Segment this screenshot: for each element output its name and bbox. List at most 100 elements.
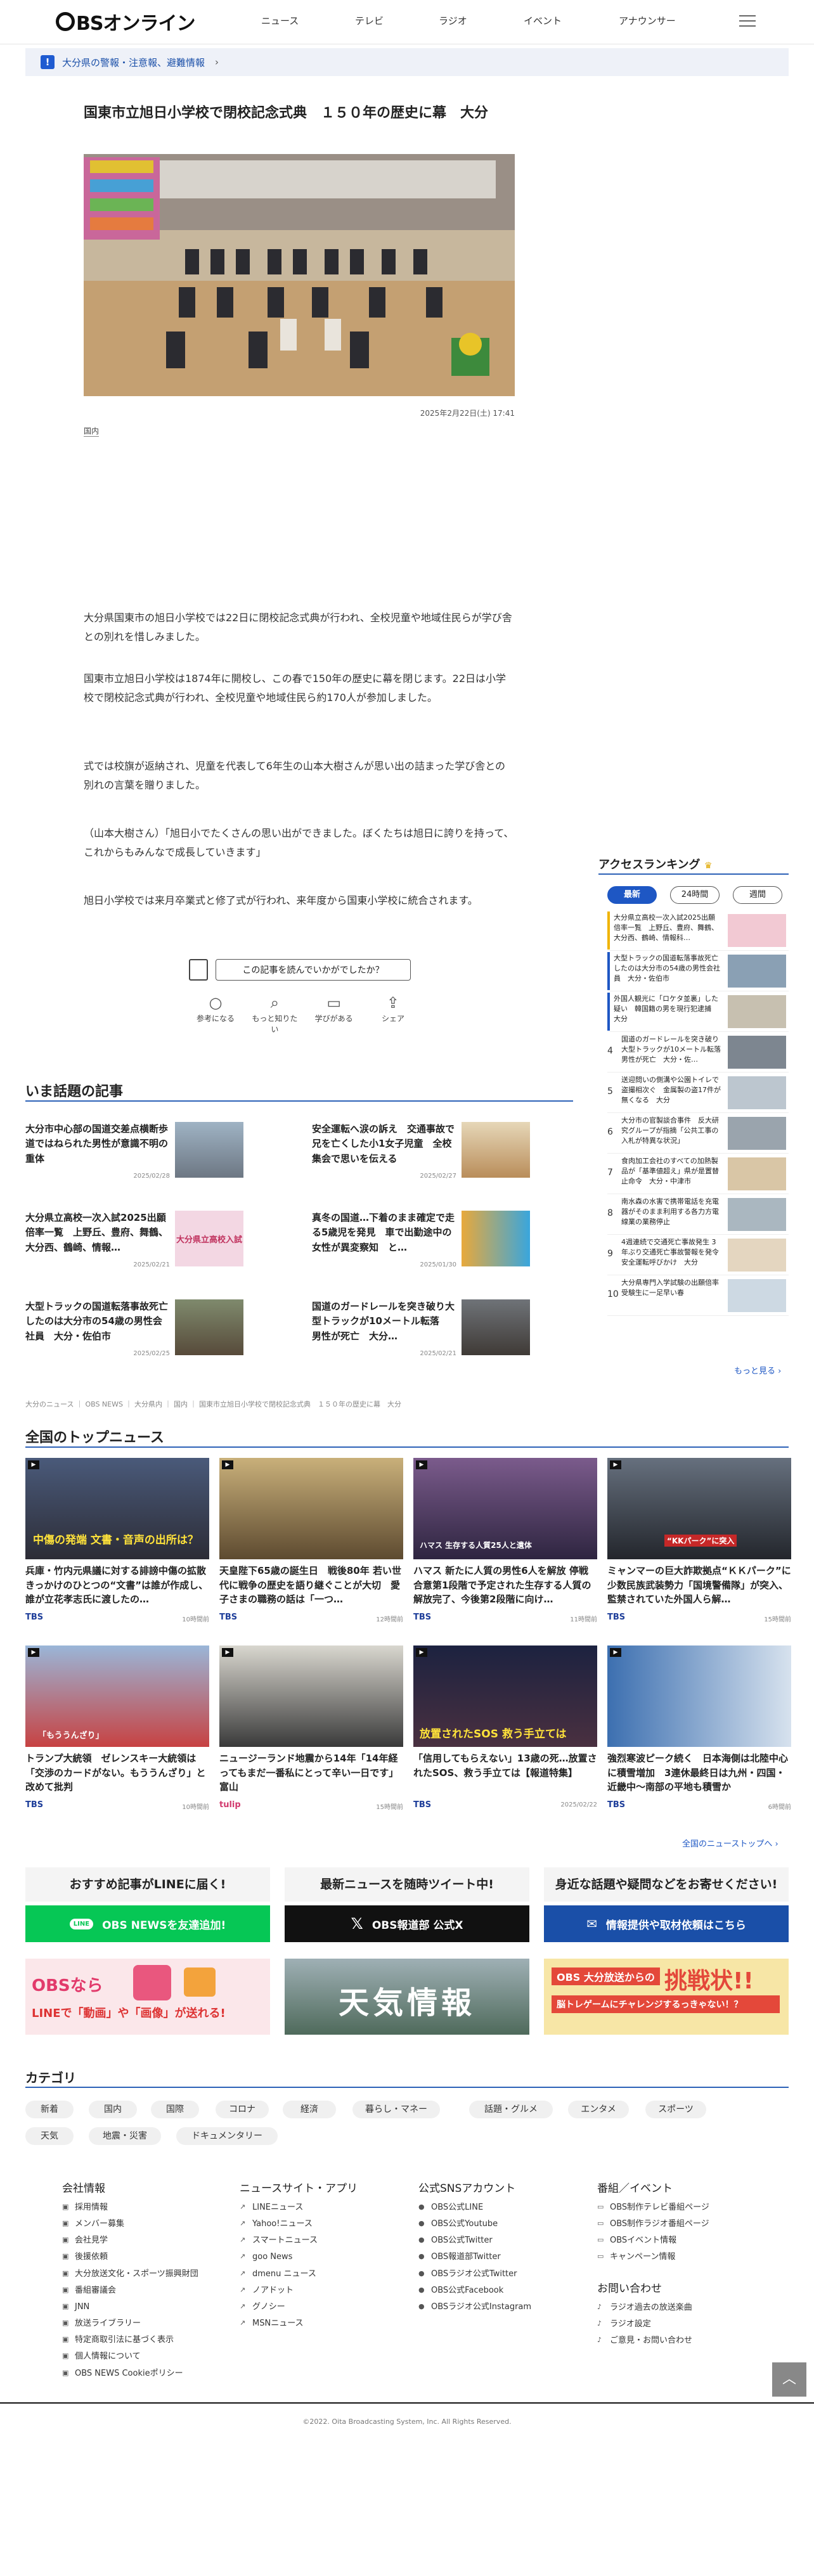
footer-link[interactable]: ↗ ノアドット [240, 2285, 398, 2296]
national-more-link[interactable]: 全国のニューストップへ › [682, 1837, 778, 1849]
footer-link[interactable]: ● OBSラジオ公式Instagram [418, 2302, 583, 2313]
ranking-item[interactable]: 5 送迎問いの側溝や公園トイレで盗撮相次ぐ 金属製の盗17件が無くなる 大分 [607, 1074, 789, 1113]
tag-sports[interactable]: スポーツ [645, 2101, 706, 2118]
topic-item[interactable]: 真冬の国道…下着のまま確定で走る5歳児を発見 車で出勤途中の女性が異変察知 と…… [312, 1211, 530, 1280]
breadcrumb[interactable]: 大分のニュース ｜ OBS NEWS ｜ 大分県内 ｜ 国内 ｜ 国東市立旭日小… [25, 1399, 401, 1409]
footer-link[interactable]: ♪ ご意見・お問い合わせ [597, 2335, 768, 2347]
x-follow-button[interactable]: 𝕏 OBS報道部 公式X [285, 1905, 529, 1942]
ranking-item[interactable]: 8 南水森の水害で携帯電話を充電器がそのまま利用する各力方電線業の業務停止 [607, 1195, 789, 1235]
topic-item[interactable]: 大型トラックの国道転落事故死亡したのは大分市の54歳の男性会社員 大分・佐伯市 … [25, 1299, 243, 1369]
topic-item[interactable]: 安全運転へ涙の訴え 交通事故で兄を亡くした小1女子児童 全校集会で思いを伝える … [312, 1122, 530, 1192]
news-card[interactable]: ▶ ニュージーランド地震から14年「14年経ってもまだ一番私にとって辛い一日です… [219, 1645, 403, 1811]
menu-icon[interactable] [739, 15, 756, 28]
ranking-item[interactable]: 6 大分市の官製談合事件 反大研究グループが指摘「公共工事の入札が特異な状況」 [607, 1114, 789, 1154]
tips-submit-button[interactable]: ✉ 情報提供や取材依頼はこちら [544, 1905, 789, 1942]
brain-game-banner[interactable]: OBS 大分放送からの 挑戦状!! 脳トレゲームにチャレンジするっきゃない！？ [544, 1959, 789, 2035]
tag-corona[interactable]: コロナ [216, 2101, 269, 2118]
footer-link[interactable]: ♪ ラジオ過去の放送楽曲 [597, 2302, 768, 2314]
news-card[interactable]: ▶ 天皇陛下65歳の誕生日 戦後80年 若い世代に戦争の歴史を語り継ぐことが大切… [219, 1458, 403, 1623]
weather-banner[interactable]: 天気情報 [285, 1959, 529, 2035]
link-icon: ▣ [62, 2252, 69, 2261]
footer-link[interactable]: ● OBS公式Twitter [418, 2235, 583, 2246]
tag-topics-gourmet[interactable]: 話題・グルメ [469, 2101, 553, 2118]
footer-link[interactable]: ↗ グノシー [240, 2302, 398, 2313]
footer-link[interactable]: ▣ 会社見学 [62, 2235, 227, 2246]
footer-link[interactable]: ▣ OBS NEWS Cookieポリシー [62, 2368, 227, 2380]
link-icon: ↗ [240, 2285, 246, 2294]
footer-link[interactable]: ● OBS公式LINE [418, 2202, 583, 2213]
back-to-top-button[interactable]: ︿ [772, 2362, 806, 2397]
nav-radio[interactable]: ラジオ [439, 14, 467, 27]
nav-event[interactable]: イベント [524, 14, 562, 27]
tag-international[interactable]: 国際 [151, 2101, 199, 2118]
tag-disaster[interactable]: 地震・災害 [89, 2127, 161, 2145]
ranking-item[interactable]: 9 4週連続で交通死亡事故発生 3年ぶり交通死亡事故警報を発令 安全運転呼びかけ … [607, 1236, 789, 1275]
tab-weekly[interactable]: 週間 [733, 886, 782, 904]
reaction-useful-button[interactable]: ○ 参考になる [190, 994, 241, 1032]
reaction-know-more-button[interactable]: ⌕ もっと知りたい [249, 994, 300, 1034]
article-paragraph: 国東市立旭日小学校は1874年に開校し、この春で150年の歴史に幕を閉じます。2… [84, 673, 507, 704]
footer-link[interactable]: ↗ MSNニュース [240, 2318, 398, 2329]
tag-entertainment[interactable]: エンタメ [568, 2101, 629, 2118]
tag-new[interactable]: 新着 [25, 2101, 74, 2118]
footer-link[interactable]: ▭ キャンペーン情報 [597, 2251, 768, 2263]
footer-link[interactable]: ● OBSラジオ公式Twitter [418, 2269, 583, 2280]
tag-documentary[interactable]: ドキュメンタリー [176, 2127, 278, 2145]
tab-latest[interactable]: 最新 [607, 886, 657, 904]
footer-link[interactable]: ▭ OBSイベント情報 [597, 2235, 768, 2246]
news-card[interactable]: ▶ 中傷の発端 文書・音声の出所は？ 兵庫・竹内元県議に対する誹謗中傷の拡散 き… [25, 1458, 209, 1623]
tag-weather[interactable]: 天気 [25, 2127, 74, 2145]
ranking-tabs: 最新 24時間 週間 [607, 886, 782, 904]
footer-link[interactable]: ● OBS公式Youtube [418, 2219, 583, 2230]
ranking-item[interactable]: 4 国道のガードレールを突き破り大型トラックが10メートル転落男性が死亡 大分・佐… [607, 1033, 789, 1072]
topic-item[interactable]: 大分市中心部の国道交差点横断歩道ではねられた男性が意識不明の重体 2025/02… [25, 1122, 243, 1192]
ranking-item[interactable]: 2大型トラックの国道転落事故死亡したのは大分市の54歳の男性会社員 大分・佐伯市 [607, 952, 789, 991]
ranking-more-link[interactable]: もっと見る › [734, 1364, 781, 1376]
ranking-item[interactable]: 1大分県立高校一次入試2025出願倍率一覧 上野丘、豊府、舞鶴、大分西、鶴崎、情… [607, 911, 789, 951]
ranking-item[interactable]: 7 食肉加工会社のすべての加熱製品が「基準値超え」県が是置替止命令 大分・中津市 [607, 1155, 789, 1194]
rank-number: 5 [607, 1086, 613, 1097]
footer-link[interactable]: ♪ ラジオ設定 [597, 2319, 768, 2330]
footer-link[interactable]: ▣ 特定商取引法に基づく表示 [62, 2334, 227, 2346]
footer-link[interactable]: ↗ LINEニュース [240, 2202, 398, 2213]
reaction-learn-button[interactable]: ▭ 学びがある [309, 994, 359, 1032]
news-card[interactable]: ▶ 「もううんざり」 トランプ大統領 ゼレンスキー大統領は「交渉のカードがない。… [25, 1645, 209, 1811]
nav-news[interactable]: ニュース [261, 14, 299, 27]
tag-economy[interactable]: 経済 [283, 2101, 336, 2118]
news-card[interactable]: ▶ “KKパーク”に突入 ミャンマーの巨大詐欺拠点“ＫＫパーク”に少数民族武装勢… [607, 1458, 791, 1623]
footer-link[interactable]: ▣ 採用情報 [62, 2202, 227, 2213]
nav-tv[interactable]: テレビ [355, 14, 384, 27]
footer-link[interactable]: ↗ goo News [240, 2251, 398, 2263]
news-card[interactable]: ▶ 放置されたSOS 救う手立ては 「信用してもらえない」13歳の死…放置された… [413, 1645, 597, 1810]
footer-link[interactable]: ▣ 大分放送文化・スポーツ振興財団 [62, 2269, 227, 2280]
article-category-link[interactable]: 国内 [84, 425, 100, 437]
footer-link[interactable]: ↗ Yahoo!ニュース [240, 2219, 398, 2230]
share-button[interactable]: ⇪ シェア [368, 994, 418, 1032]
footer-link[interactable]: ▣ JNN [62, 2302, 227, 2313]
footer-link[interactable]: ↗ dmenu ニュース [240, 2269, 398, 2280]
nav-announcer[interactable]: アナウンサー [619, 14, 676, 27]
warning-alert-bar[interactable]: ! 大分県の警報・注意報、避難情報 › [25, 48, 789, 76]
footer-link[interactable]: ▣ 放送ライブラリー [62, 2318, 227, 2329]
ranking-item[interactable]: 10 大分県専門入学試験の出願倍率受験生に一足早い春 [607, 1277, 789, 1316]
tab-24h[interactable]: 24時間 [670, 886, 720, 904]
footer-link[interactable]: ▣ 個人情報について [62, 2351, 227, 2362]
ranking-item[interactable]: 3外国人観光に「ロケタ並裏」した疑い 韓国籍の男を現行犯逮捕 大分 [607, 993, 789, 1032]
news-card[interactable]: ▶ ハマス 生存する人質25人と遺体 ハマス 新たに人質の男性6人を解放 停戦合… [413, 1458, 597, 1623]
news-card[interactable]: ▶ 強烈寒波ピーク続く 日本海側は北陸中心に積雪増加 3連休最終日は九州・四国・… [607, 1645, 791, 1811]
tag-life-money[interactable]: 暮らし・マネー [352, 2101, 440, 2118]
topic-item[interactable]: 国道のガードレールを突き破り大型トラックが10メートル転落 男性が死亡 大分… … [312, 1299, 530, 1369]
footer-link[interactable]: ● OBS公式Facebook [418, 2285, 583, 2296]
footer-link[interactable]: ▣ メンバー募集 [62, 2219, 227, 2230]
footer-link[interactable]: ↗ スマートニュース [240, 2235, 398, 2246]
footer-link[interactable]: ▭ OBS制作テレビ番組ページ [597, 2202, 768, 2213]
tag-domestic[interactable]: 国内 [89, 2101, 137, 2118]
footer-link[interactable]: ▭ OBS制作ラジオ番組ページ [597, 2219, 768, 2230]
line-follow-button[interactable]: LINE OBS NEWSを友達追加! [25, 1905, 270, 1942]
topic-item[interactable]: 大分県立高校一次入試2025出願倍率一覧 上野丘、豊府、舞鶴、大分西、鶴崎、情報… [25, 1211, 243, 1280]
footer-link[interactable]: ▣ 後援依頼 [62, 2251, 227, 2263]
site-logo[interactable]: BSオンライン [56, 9, 195, 35]
footer-link[interactable]: ▣ 番組審議会 [62, 2285, 227, 2296]
line-video-banner[interactable]: OBSなら LINEで「動画」や「画像」が送れる! [25, 1959, 270, 2035]
footer-link[interactable]: ● OBS報道部Twitter [418, 2251, 583, 2263]
